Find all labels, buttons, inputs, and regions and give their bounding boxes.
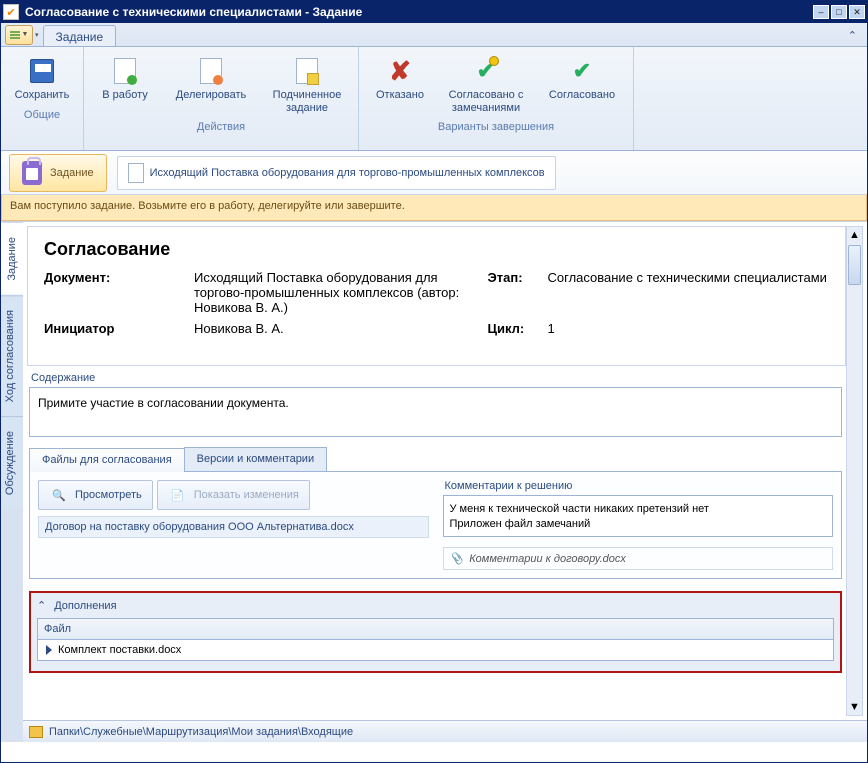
tab-files[interactable]: Файлы для согласования [29,448,185,472]
show-changes-button[interactable]: 📄 Показать изменения [157,480,310,510]
refused-button[interactable]: ✘ Отказано [365,51,435,118]
ribbon-group-variants: Варианты завершения [365,120,627,134]
label-initiator: Инициатор [44,321,194,336]
additions-title: Дополнения [54,600,116,612]
context-document-link[interactable]: Исходящий Поставка оборудования для торг… [117,156,556,190]
side-tab-approval[interactable]: Ход согласования [1,295,23,416]
info-heading: Согласование [44,239,829,260]
titlebar: ✔ Согласование с техническими специалист… [1,1,867,23]
ribbon-group-actions: Действия [90,120,352,134]
collapse-ribbon-icon[interactable]: ⌃ [838,23,867,46]
check-warn-icon: ✔ [477,58,495,84]
scroll-up-icon[interactable]: ▲ [849,229,860,241]
save-button[interactable]: Сохранить [7,51,77,106]
subtask-button[interactable]: Подчиненное задание [262,51,352,118]
agreed-button[interactable]: ✔ Согласовано [537,51,627,118]
check-icon: ✔ [573,58,591,84]
hint-bar: Вам поступило задание. Возьмите его в ра… [1,195,867,221]
ribbon-group-common: Общие [7,108,77,122]
content-label: Содержание [31,372,842,384]
additions-panel: ⌃ Дополнения Файл Комплект поставки.docx [29,591,842,673]
delegate-icon [200,58,222,84]
close-button[interactable]: ✕ [849,5,865,19]
info-panel: Согласование Документ: Исходящий Поставк… [27,226,863,366]
statusbar: Папки\Служебные\Маршрутизация\Мои задани… [23,720,867,742]
approval-file[interactable]: Договор на поставку оборудования ООО Аль… [38,516,429,538]
value-stage: Согласование с техническими специалистам… [548,270,830,315]
content-textbox[interactable]: Примите участие в согласовании документа… [29,387,842,437]
magnifier-icon: 🔍 [49,485,69,505]
comments-label: Комментарии к решению [445,480,834,492]
value-cycle: 1 [548,321,830,336]
additions-table: Файл Комплект поставки.docx [37,618,834,661]
x-icon: ✘ [389,56,411,87]
breadcrumb[interactable]: Папки\Служебные\Маршрутизация\Мои задани… [49,726,353,738]
document-icon [128,163,144,183]
side-tabs: Задание Ход согласования Обсуждение [1,222,23,742]
tab-strip: Файлы для согласования Версии и коммента… [29,447,842,472]
changes-icon: 📄 [168,485,188,505]
clipboard-icon [22,161,42,185]
delegate-button[interactable]: Делегировать [166,51,256,118]
qat-menu-button[interactable]: ▼ [5,25,33,45]
label-document: Документ: [44,270,194,315]
ribbon: Сохранить Общие В работу Делегировать По… [1,47,867,151]
value-initiator: Новикова В. А. [194,321,488,336]
collapse-icon[interactable]: ⌃ [37,599,46,612]
save-icon [30,59,54,83]
additions-file: Комплект поставки.docx [58,644,181,656]
preview-button[interactable]: 🔍 Просмотреть [38,480,153,510]
additions-column-header[interactable]: Файл [38,619,833,640]
label-cycle: Цикл: [488,321,548,336]
tab-versions[interactable]: Версии и комментарии [184,447,327,471]
side-tab-task[interactable]: Задание [1,222,23,295]
content-area: Согласование Документ: Исходящий Поставк… [23,222,867,742]
maximize-button[interactable]: □ [831,5,847,19]
to-work-button[interactable]: В работу [90,51,160,118]
row-indicator-icon [46,645,52,655]
additions-row[interactable]: Комплект поставки.docx [38,640,833,660]
subtask-icon [296,58,318,84]
ribbon-tab-task[interactable]: Задание [43,25,117,46]
comment-attachment[interactable]: 📎 Комментарии к договору.docx [443,547,834,570]
app-icon: ✔ [3,4,19,20]
value-document: Исходящий Поставка оборудования для торг… [194,270,488,315]
agreed-remarks-button[interactable]: ✔ Согласовано с замечаниями [441,51,531,118]
content-scrollbar[interactable]: ▲ ▼ [846,226,863,716]
tab-body-files: 🔍 Просмотреть 📄 Показать изменения Догов… [29,472,842,579]
folder-icon [29,726,43,738]
play-icon [114,58,136,84]
side-tab-discussion[interactable]: Обсуждение [1,416,23,509]
scroll-thumb[interactable] [848,245,861,285]
scroll-down-icon[interactable]: ▼ [849,701,860,713]
window-title: Согласование с техническими специалистам… [25,5,813,19]
minimize-button[interactable]: – [813,5,829,19]
context-tab-task[interactable]: Задание [9,154,107,192]
label-stage: Этап: [488,270,548,315]
qat-dropdown-icon[interactable]: ▾ [35,31,39,39]
attachment-icon: 📎 [450,552,464,565]
context-row: Задание Исходящий Поставка оборудования … [1,151,867,195]
quick-access-row: ▼ ▾ Задание ⌃ [1,23,867,47]
comments-textarea[interactable]: У меня к технической части никаких прете… [443,495,834,537]
